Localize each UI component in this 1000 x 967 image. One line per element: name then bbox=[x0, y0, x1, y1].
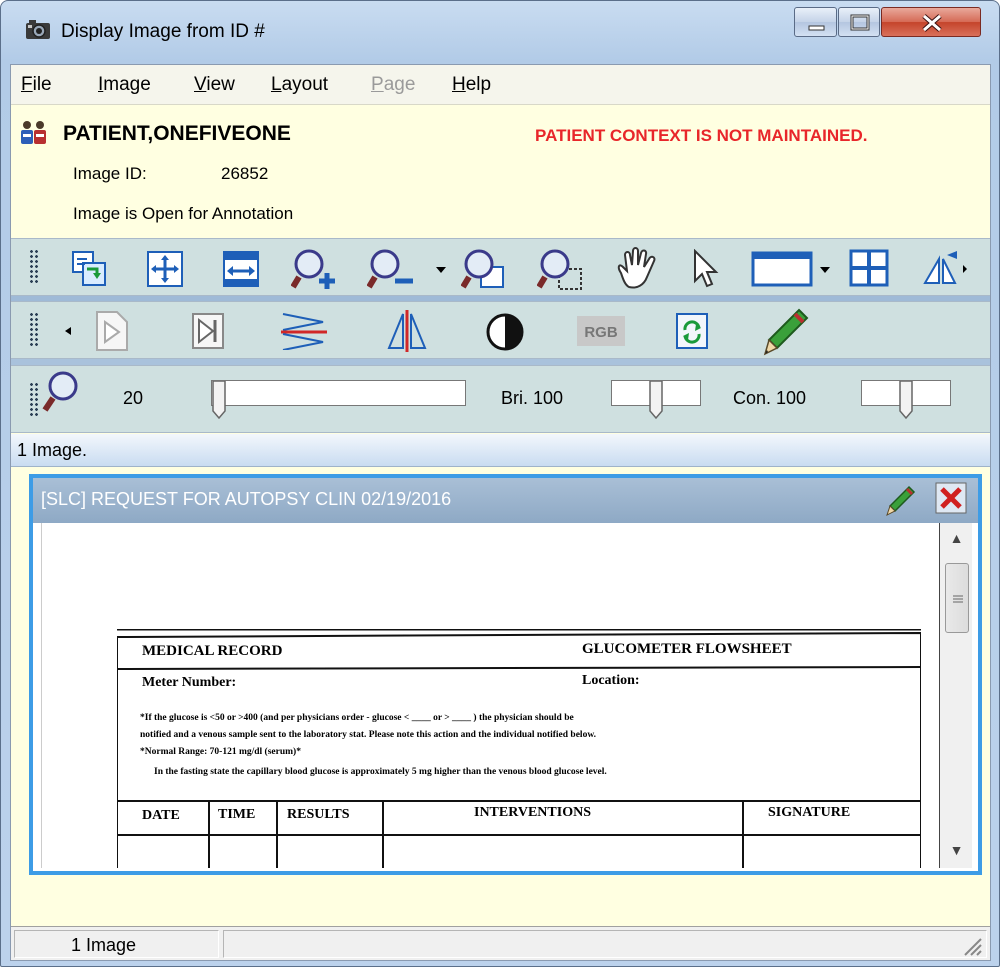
doc-col-results: RESULTS bbox=[287, 807, 350, 822]
patient-context-warning: PATIENT CONTEXT IS NOT MAINTAINED. bbox=[535, 126, 868, 145]
contrast-label: Con. 100 bbox=[733, 388, 807, 408]
slider-thumb[interactable] bbox=[649, 381, 663, 419]
status-pane-empty bbox=[223, 930, 987, 958]
doc-line-3: *Normal Range: 70-121 mg/dl (serum)* bbox=[140, 747, 301, 757]
doc-col-signature: SIGNATURE bbox=[768, 805, 851, 820]
refresh-icon[interactable] bbox=[675, 312, 709, 350]
svg-text:RGB: RGB bbox=[584, 324, 618, 341]
toolbar-adjust: 20 Bri. 100 Con. 100 bbox=[11, 365, 990, 433]
minimize-icon bbox=[808, 25, 825, 31]
toolbar-grip-icon[interactable] bbox=[29, 312, 39, 348]
toolbar-grip-icon[interactable] bbox=[29, 382, 39, 418]
vertical-scrollbar[interactable]: ▲ ▼ bbox=[939, 523, 972, 868]
menu-help[interactable]: Help bbox=[452, 74, 491, 96]
flip-horizontal-icon[interactable] bbox=[385, 310, 429, 352]
doc-header-left: MEDICAL RECORD bbox=[142, 643, 283, 659]
doc-col-date: DATE bbox=[142, 808, 180, 823]
chevron-left-icon[interactable] bbox=[63, 326, 73, 336]
fit-width-icon[interactable] bbox=[221, 249, 261, 289]
fit-to-window-icon[interactable] bbox=[145, 249, 185, 289]
rgb-icon[interactable]: RGB bbox=[575, 314, 627, 348]
close-viewer-icon[interactable] bbox=[935, 482, 967, 516]
image-count-text: 1 Image. bbox=[17, 440, 88, 460]
title-bar[interactable]: Display Image from ID # bbox=[1, 1, 999, 63]
viewer-title: [SLC] REQUEST FOR AUTOPSY CLIN 02/19/201… bbox=[41, 489, 452, 509]
zoom-rectangle-icon[interactable] bbox=[461, 247, 507, 293]
flip-rotate-icon[interactable] bbox=[921, 249, 971, 289]
toolbar-view bbox=[11, 238, 990, 296]
scroll-up-icon[interactable]: ▲ bbox=[940, 523, 973, 553]
brightness-label: Bri. 100 bbox=[501, 388, 564, 408]
doc-meter-label: Meter Number: bbox=[142, 675, 237, 690]
chevron-down-icon[interactable] bbox=[819, 265, 831, 275]
status-image-count: 1 Image bbox=[71, 935, 137, 955]
slider-thumb[interactable] bbox=[212, 381, 226, 419]
toolbar-grip-icon[interactable] bbox=[29, 249, 39, 285]
magnifier-icon bbox=[42, 371, 78, 412]
annotate-pencil-icon[interactable] bbox=[759, 306, 811, 358]
doc-col-interventions: INTERVENTIONS bbox=[474, 805, 591, 820]
doc-line-2: notified and a venous sample sent to the… bbox=[140, 730, 597, 740]
menu-image[interactable]: Image bbox=[98, 74, 151, 96]
close-icon bbox=[922, 14, 942, 32]
doc-location-label: Location: bbox=[582, 673, 640, 688]
image-count-bar: 1 Image. bbox=[11, 434, 990, 467]
minimize-button[interactable] bbox=[794, 7, 837, 37]
copy-image-icon[interactable] bbox=[69, 249, 109, 289]
toolbar-image: RGB bbox=[11, 301, 990, 359]
patient-name: PATIENT,ONEFIVEONE bbox=[63, 122, 291, 145]
patient-panel: PATIENT,ONEFIVEONE PATIENT CONTEXT IS NO… bbox=[11, 106, 990, 237]
image-id-label: Image ID: bbox=[73, 164, 147, 183]
app-window: Display Image from ID # File Image View … bbox=[0, 0, 1000, 967]
menu-layout[interactable]: Layout bbox=[271, 74, 328, 96]
zoom-out-icon[interactable] bbox=[367, 247, 415, 293]
scroll-thumb[interactable] bbox=[945, 563, 969, 633]
scroll-down-icon[interactable]: ▼ bbox=[940, 835, 973, 865]
menu-file[interactable]: File bbox=[21, 74, 52, 96]
image-viewer[interactable]: [SLC] REQUEST FOR AUTOPSY CLIN 02/19/201… bbox=[29, 474, 982, 875]
maximize-icon bbox=[850, 14, 870, 31]
window-layout-icon[interactable] bbox=[751, 251, 813, 287]
window-title: Display Image from ID # bbox=[61, 21, 265, 42]
doc-line-4: In the fasting state the capillary blood… bbox=[154, 767, 607, 777]
doc-header-right: GLUCOMETER FLOWSHEET bbox=[582, 641, 792, 657]
chevron-down-icon[interactable] bbox=[435, 265, 447, 275]
pan-hand-icon[interactable] bbox=[611, 247, 661, 293]
zoom-value: 20 bbox=[123, 388, 144, 408]
page-next-icon bbox=[96, 311, 128, 351]
viewer-header[interactable]: [SLC] REQUEST FOR AUTOPSY CLIN 02/19/201… bbox=[33, 478, 978, 523]
annotate-pencil-icon[interactable] bbox=[883, 484, 917, 518]
contrast-invert-icon[interactable] bbox=[485, 312, 525, 352]
status-bar: 1 Image bbox=[11, 926, 990, 960]
menu-view[interactable]: View bbox=[194, 74, 235, 96]
contrast-slider[interactable] bbox=[861, 380, 951, 419]
camera-icon bbox=[26, 20, 50, 39]
pointer-arrow-icon[interactable] bbox=[691, 249, 721, 289]
document-image[interactable]: MEDICAL RECORD GLUCOMETER FLOWSHEET Mete… bbox=[41, 523, 939, 868]
zoom-select-icon[interactable] bbox=[537, 247, 585, 295]
resize-grip-icon[interactable] bbox=[961, 935, 983, 957]
menu-bar: File Image View Layout Page Help bbox=[11, 65, 990, 105]
grid-layout-icon[interactable] bbox=[849, 249, 889, 287]
zoom-in-icon[interactable] bbox=[291, 247, 337, 293]
image-id-value: 26852 bbox=[221, 164, 269, 183]
zoom-slider[interactable] bbox=[211, 380, 466, 419]
grip-lines-icon bbox=[953, 595, 963, 603]
slider-thumb[interactable] bbox=[899, 381, 913, 419]
brightness-slider[interactable] bbox=[611, 380, 701, 419]
maximize-button[interactable] bbox=[838, 7, 880, 37]
close-button[interactable] bbox=[881, 7, 981, 37]
patient-icon bbox=[21, 121, 46, 144]
doc-col-time: TIME bbox=[218, 807, 256, 822]
invert-vertical-icon[interactable] bbox=[279, 312, 329, 350]
doc-line-1: *If the glucose is <50 or >400 (and per … bbox=[140, 713, 574, 723]
last-page-icon bbox=[192, 313, 224, 349]
status-pane-count: 1 Image bbox=[14, 930, 219, 958]
annotation-status: Image is Open for Annotation bbox=[73, 204, 294, 223]
client-area: File Image View Layout Page Help PATIENT… bbox=[10, 64, 991, 961]
menu-page: Page bbox=[371, 74, 416, 95]
